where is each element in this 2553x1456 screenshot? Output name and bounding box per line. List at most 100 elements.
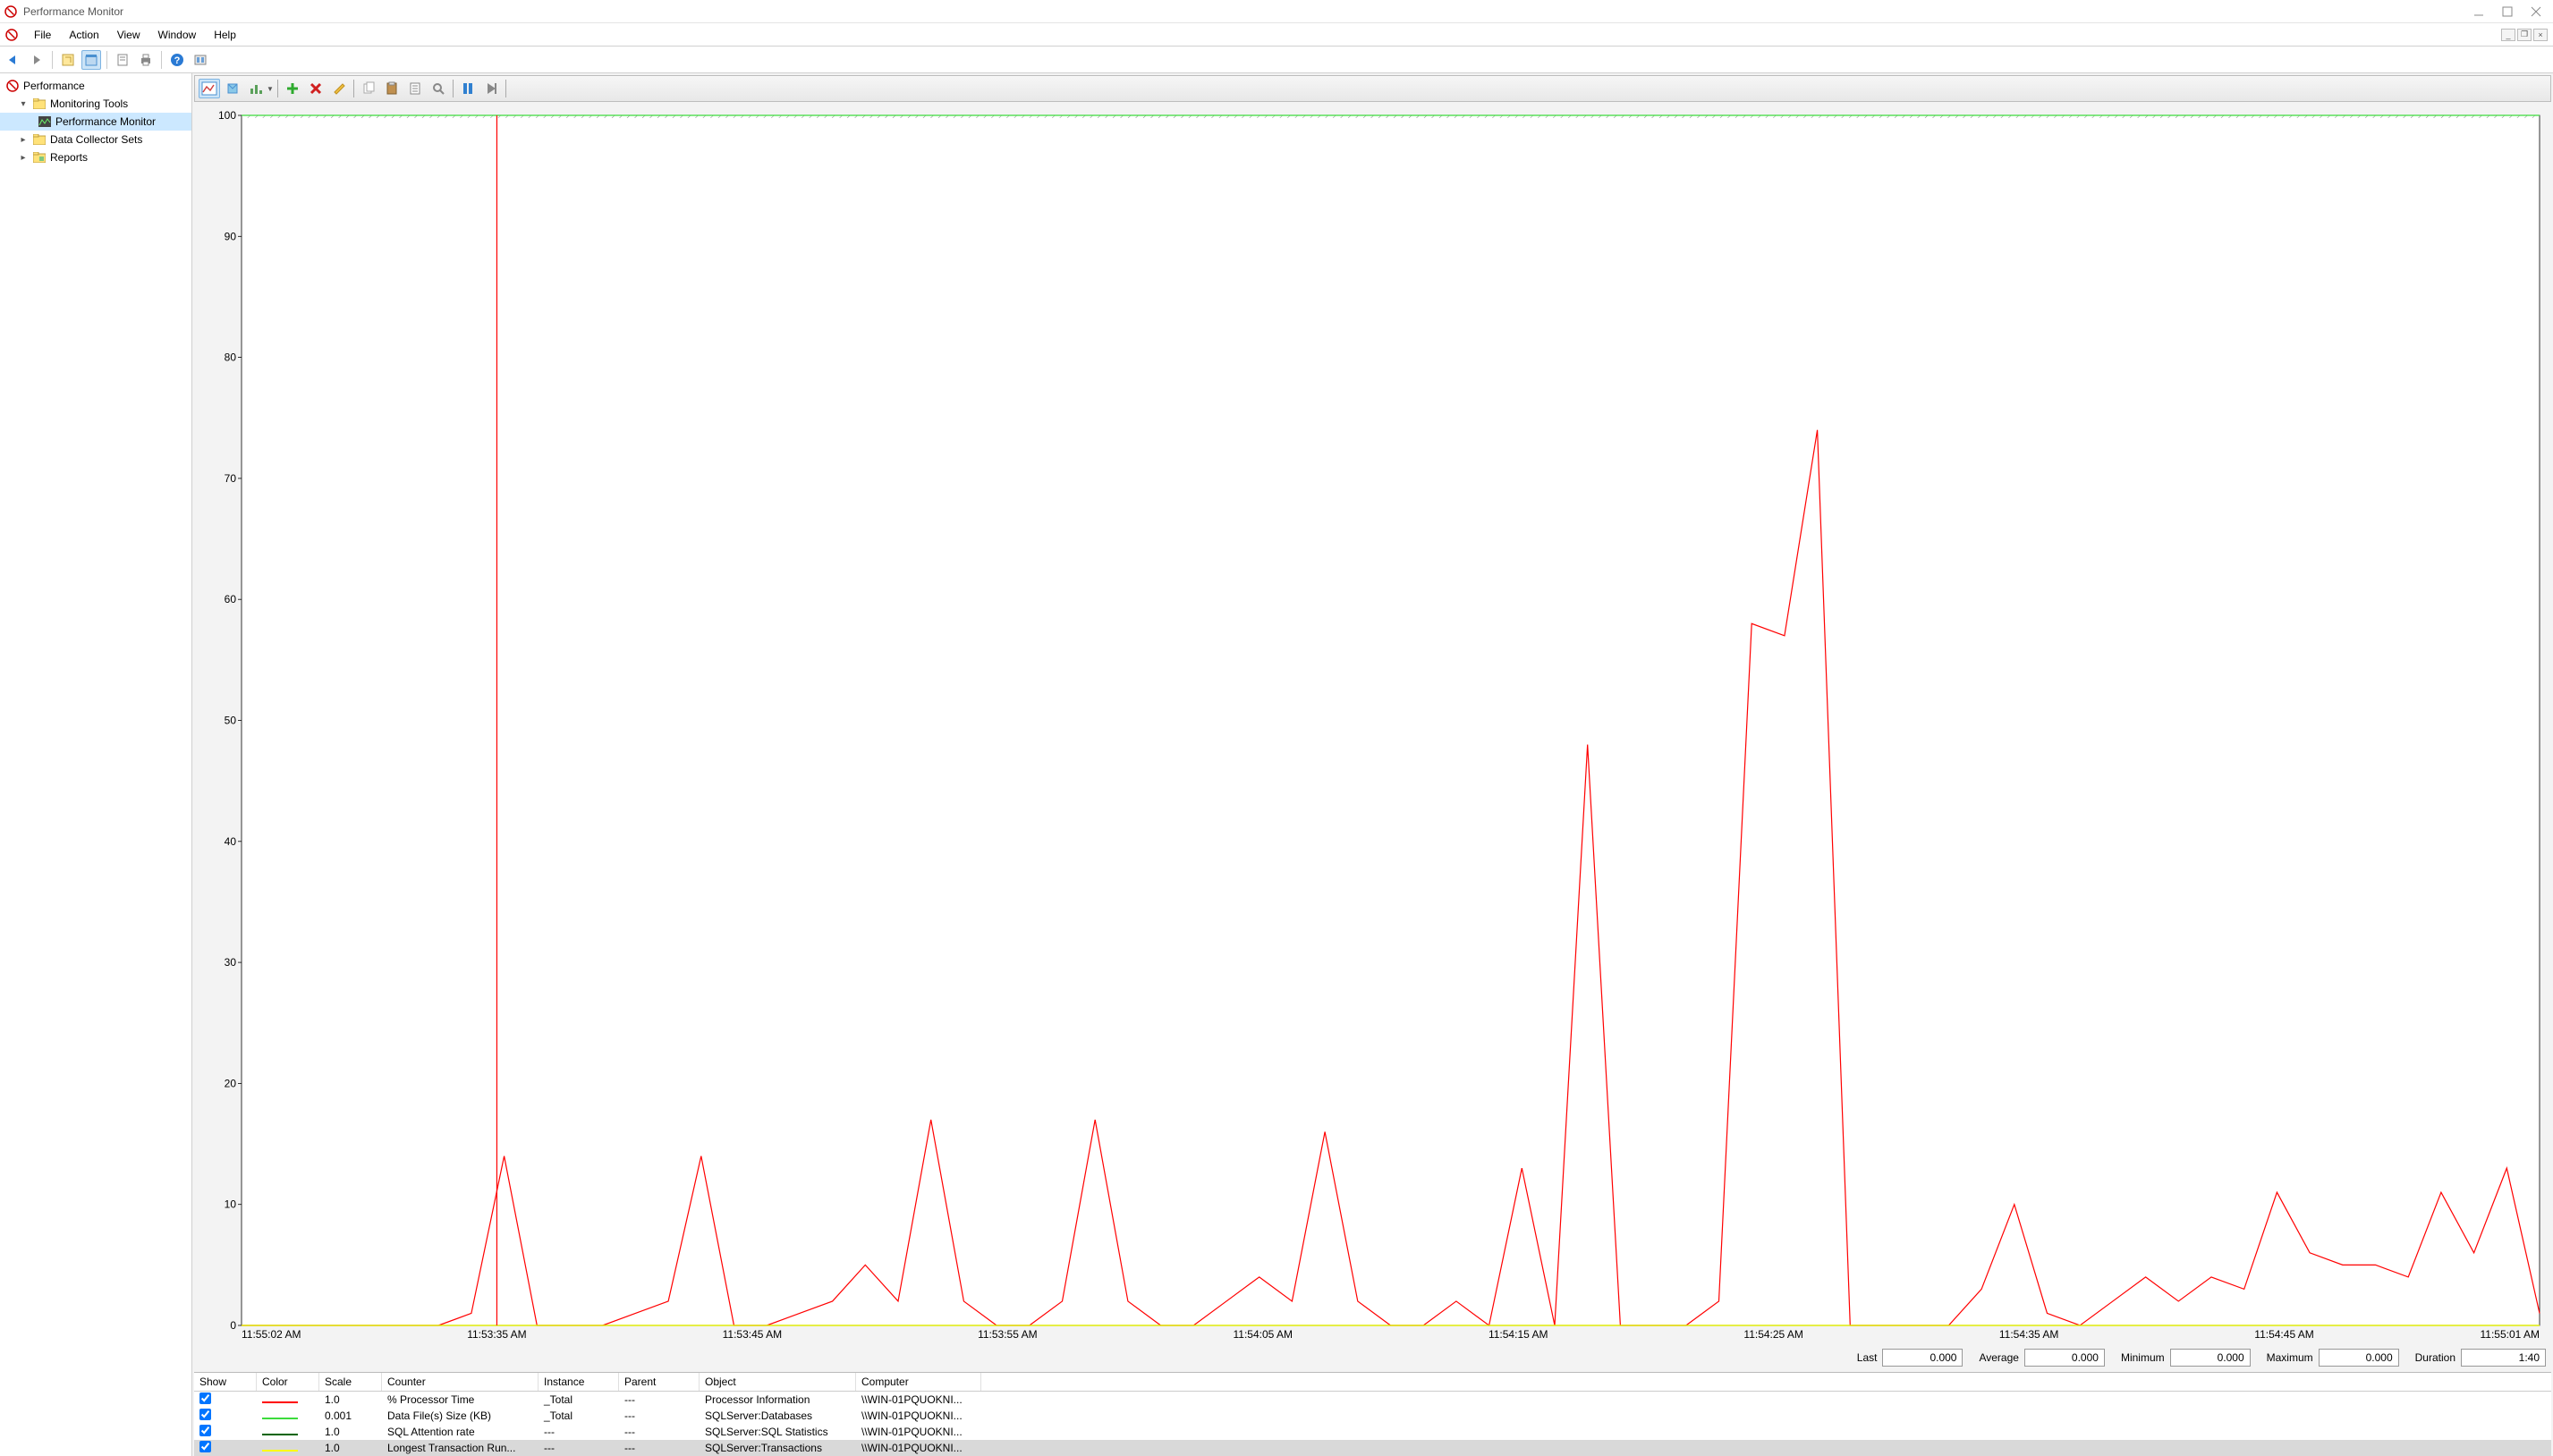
print-button[interactable] (136, 50, 156, 70)
window-title: Performance Monitor (23, 5, 123, 18)
perfmon-root-icon (5, 79, 20, 93)
avg-value: 0.000 (2024, 1349, 2105, 1367)
copy-properties-button[interactable] (358, 79, 379, 98)
maximize-button[interactable] (2501, 5, 2514, 18)
tree-reports[interactable]: ▸ Reports (0, 148, 191, 166)
svg-text:50: 50 (225, 715, 237, 727)
cell-counter: SQL Attention rate (382, 1425, 539, 1439)
graph-type-dropdown-caret[interactable]: ▼ (267, 85, 274, 93)
expand-icon[interactable]: ▸ (18, 153, 29, 163)
highlight-button[interactable] (328, 79, 350, 98)
freeze-display-button[interactable] (457, 79, 479, 98)
svg-text:11:53:35 AM: 11:53:35 AM (467, 1328, 527, 1341)
tree-monitoring-tools[interactable]: ▾ Monitoring Tools (0, 95, 191, 113)
cell-parent: --- (619, 1425, 700, 1439)
header-object[interactable]: Object (700, 1373, 856, 1391)
svg-text:10: 10 (225, 1198, 237, 1211)
menu-help[interactable]: Help (205, 25, 245, 45)
cell-counter: Data File(s) Size (KB) (382, 1409, 539, 1423)
perfmon-chart[interactable]: 010203040506070809010011:55:02 AM11:53:3… (201, 111, 2544, 1345)
cell-computer: \\WIN-01PQUOKNI... (856, 1441, 981, 1455)
header-instance[interactable]: Instance (539, 1373, 619, 1391)
chart-area[interactable]: 010203040506070809010011:55:02 AM11:53:3… (192, 104, 2553, 1345)
menu-action[interactable]: Action (60, 25, 107, 45)
mdi-restore-button[interactable]: ❐ (2517, 29, 2532, 41)
change-graph-type-button[interactable] (245, 79, 267, 98)
menu-file[interactable]: File (25, 25, 60, 45)
header-counter[interactable]: Counter (382, 1373, 539, 1391)
header-show[interactable]: Show (194, 1373, 257, 1391)
grid-row[interactable]: 1.0Longest Transaction Run...------SQLSe… (194, 1440, 2551, 1456)
header-parent[interactable]: Parent (619, 1373, 700, 1391)
tree-perfmon-label: Performance Monitor (55, 115, 156, 128)
show-checkbox[interactable] (199, 1409, 211, 1420)
new-window-button[interactable] (81, 50, 101, 70)
properties-button-chart[interactable] (404, 79, 426, 98)
cell-object: SQLServer:Databases (700, 1409, 856, 1423)
color-swatch (262, 1418, 298, 1419)
cell-object: Processor Information (700, 1393, 856, 1407)
counter-legend-grid[interactable]: Show Color Scale Counter Instance Parent… (194, 1372, 2551, 1456)
add-counter-button[interactable] (282, 79, 303, 98)
view-log-data-button[interactable] (222, 79, 243, 98)
customize-toolbar-button[interactable] (191, 50, 210, 70)
svg-text:11:54:35 AM: 11:54:35 AM (1999, 1328, 2059, 1341)
cell-counter: Longest Transaction Run... (382, 1441, 539, 1455)
title-bar: Performance Monitor (0, 0, 2553, 23)
cell-computer: \\WIN-01PQUOKNI... (856, 1425, 981, 1439)
tree-data-collector-sets[interactable]: ▸ Data Collector Sets (0, 131, 191, 148)
min-value: 0.000 (2170, 1349, 2251, 1367)
mdi-minimize-button[interactable]: _ (2501, 29, 2515, 41)
cell-computer: \\WIN-01PQUOKNI... (856, 1409, 981, 1423)
show-checkbox[interactable] (199, 1425, 211, 1436)
view-current-activity-button[interactable] (199, 79, 220, 98)
show-checkbox[interactable] (199, 1441, 211, 1452)
cell-parent: --- (619, 1409, 700, 1423)
expand-icon[interactable]: ▸ (18, 135, 29, 145)
header-computer[interactable]: Computer (856, 1373, 981, 1391)
svg-text:20: 20 (225, 1077, 237, 1089)
svg-text:40: 40 (225, 835, 237, 848)
svg-text:11:53:55 AM: 11:53:55 AM (978, 1328, 1038, 1341)
menu-window[interactable]: Window (149, 25, 206, 45)
zoom-button[interactable] (428, 79, 449, 98)
statistics-row: Last 0.000 Average 0.000 Minimum 0.000 M… (192, 1345, 2553, 1370)
min-label: Minimum (2110, 1351, 2165, 1364)
back-button[interactable] (4, 50, 23, 70)
show-hide-tree-button[interactable] (58, 50, 78, 70)
menu-bar: File Action View Window Help _ ❐ × (0, 23, 2553, 47)
color-swatch (262, 1401, 298, 1403)
last-label: Last (1846, 1351, 1878, 1364)
properties-button[interactable] (113, 50, 132, 70)
menu-view[interactable]: View (108, 25, 149, 45)
grid-row[interactable]: 0.001Data File(s) Size (KB)_Total---SQLS… (194, 1408, 2551, 1424)
app-icon (4, 4, 18, 19)
main-toolbar: ? (0, 47, 2553, 73)
forward-button[interactable] (27, 50, 47, 70)
cell-instance: _Total (539, 1393, 619, 1407)
grid-row[interactable]: 1.0SQL Attention rate------SQLServer:SQL… (194, 1424, 2551, 1440)
tree-performance-monitor[interactable]: Performance Monitor (0, 113, 191, 131)
paste-counter-list-button[interactable] (381, 79, 403, 98)
cell-computer: \\WIN-01PQUOKNI... (856, 1393, 981, 1407)
cell-instance: _Total (539, 1409, 619, 1423)
collapse-icon[interactable]: ▾ (18, 99, 29, 109)
tree-root-performance[interactable]: Performance (0, 77, 191, 95)
header-scale[interactable]: Scale (319, 1373, 382, 1391)
chart-node-icon (38, 114, 52, 129)
svg-text:11:54:25 AM: 11:54:25 AM (1743, 1328, 1803, 1341)
close-button[interactable] (2530, 5, 2542, 18)
mdi-close-button[interactable]: × (2533, 29, 2548, 41)
update-data-button[interactable] (480, 79, 502, 98)
grid-row[interactable]: 1.0% Processor Time_Total---Processor In… (194, 1392, 2551, 1408)
header-color[interactable]: Color (257, 1373, 319, 1391)
cell-object: SQLServer:Transactions (700, 1441, 856, 1455)
navigation-tree[interactable]: Performance ▾ Monitoring Tools Performan… (0, 73, 192, 1456)
svg-text:100: 100 (218, 111, 236, 122)
minimize-button[interactable] (2472, 5, 2485, 18)
last-value: 0.000 (1882, 1349, 1963, 1367)
folder-icon (32, 132, 47, 147)
help-button[interactable]: ? (167, 50, 187, 70)
show-checkbox[interactable] (199, 1393, 211, 1404)
delete-counter-button[interactable] (305, 79, 327, 98)
